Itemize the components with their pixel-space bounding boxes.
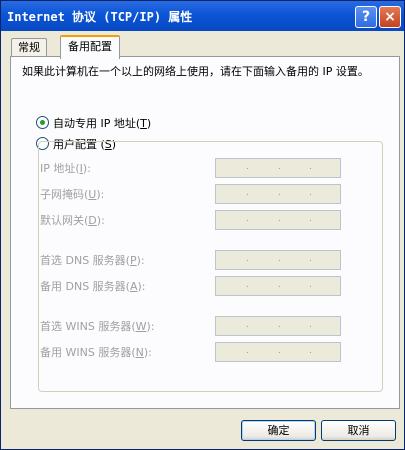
tab-panel: 如果此计算机在一个以上的网络上使用，请在下面输入备用的 IP 设置。 自动专用 … — [10, 56, 400, 409]
alternate-wins-label: 备用 WINS 服务器(N): — [40, 346, 152, 359]
cancel-button[interactable]: 取消 — [321, 420, 396, 441]
tab-general[interactable]: 常规 — [11, 38, 47, 57]
radio-button-checked[interactable] — [36, 116, 49, 129]
title-bar[interactable]: Internet 协议 (TCP/IP) 属性 ? × — [1, 1, 404, 31]
close-button[interactable]: × — [379, 6, 401, 28]
alternate-dns-input[interactable]: ... — [215, 276, 341, 296]
subnet-mask-label: 子网掩码(U): — [40, 188, 105, 201]
help-button[interactable]: ? — [355, 6, 377, 28]
tab-alternate-configuration[interactable]: 备用配置 — [60, 35, 120, 59]
subnet-mask-input[interactable]: ... — [215, 184, 341, 204]
alternate-dns-label: 备用 DNS 服务器(A): — [40, 280, 146, 293]
radio-automatic-label[interactable]: 自动专用 IP 地址(T) — [53, 115, 151, 131]
preferred-dns-label: 首选 DNS 服务器(P): — [40, 254, 145, 267]
ip-address-input[interactable]: ... — [215, 158, 341, 178]
default-gateway-label: 默认网关(D): — [40, 214, 105, 227]
ok-button[interactable]: 确定 — [241, 420, 316, 441]
preferred-wins-input[interactable]: ... — [215, 316, 341, 336]
alternate-wins-input[interactable]: ... — [215, 342, 341, 362]
description-text: 如果此计算机在一个以上的网络上使用，请在下面输入备用的 IP 设置。 — [22, 65, 369, 78]
default-gateway-input[interactable]: ... — [215, 210, 341, 230]
preferred-dns-input[interactable]: ... — [215, 250, 341, 270]
preferred-wins-label: 首选 WINS 服务器(W): — [40, 320, 155, 333]
help-icon: ? — [361, 9, 371, 25]
tcpip-properties-dialog: Internet 协议 (TCP/IP) 属性 ? × 常规 备用配置 如果此计… — [0, 0, 405, 450]
close-icon: × — [384, 9, 396, 25]
ip-address-label: IP 地址(I): — [40, 162, 91, 175]
window-title: Internet 协议 (TCP/IP) 属性 — [7, 10, 193, 24]
